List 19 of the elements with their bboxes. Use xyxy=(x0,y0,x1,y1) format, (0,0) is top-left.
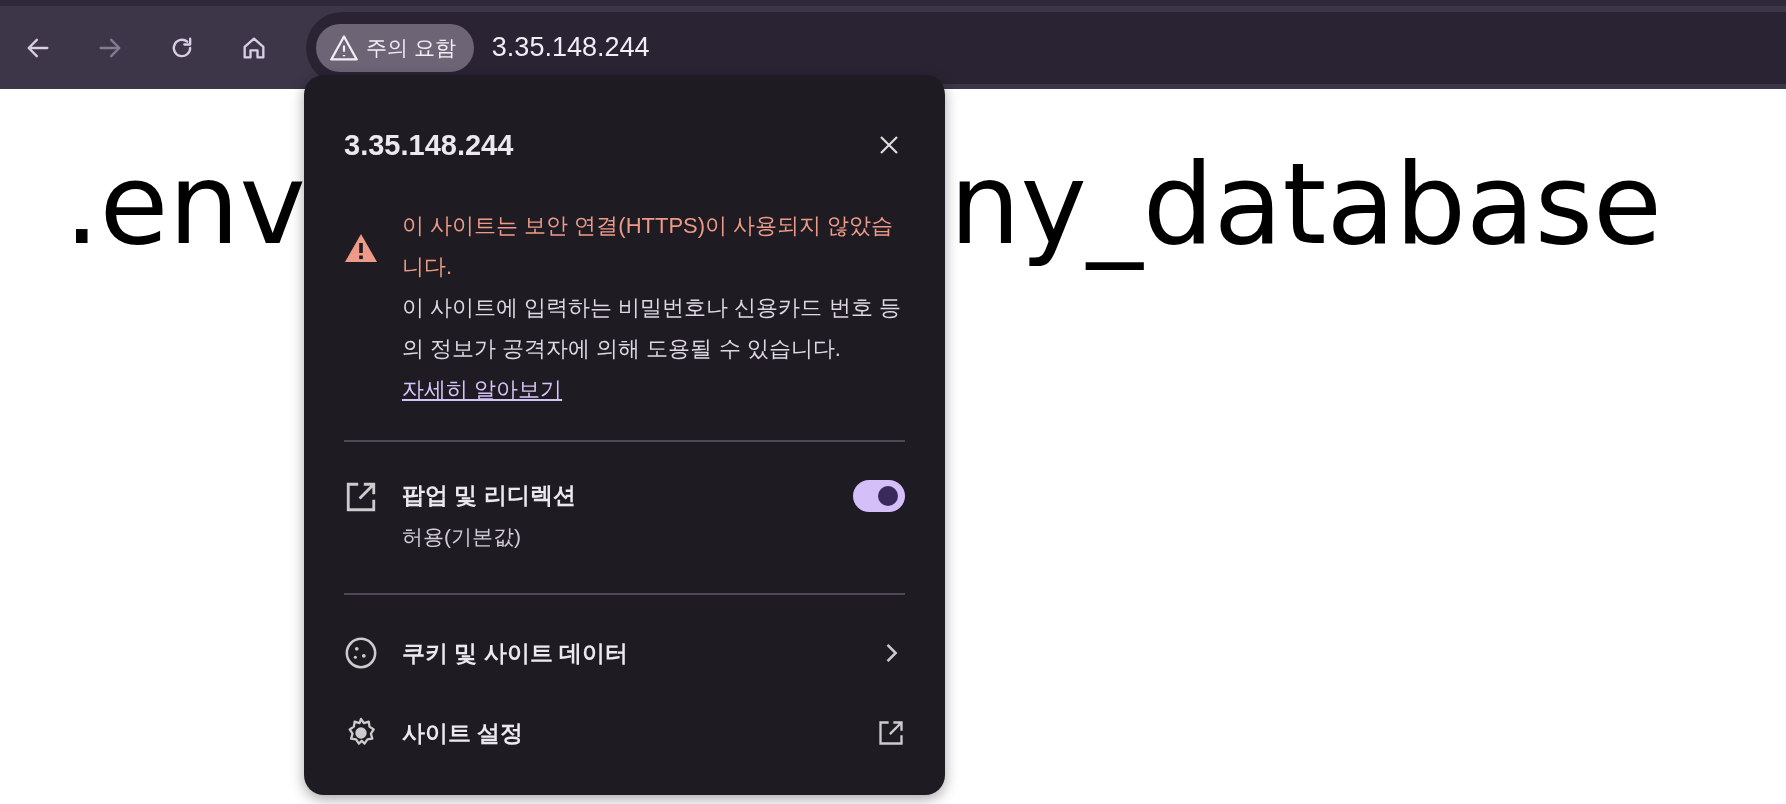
external-link-icon xyxy=(877,719,905,747)
url-text: 3.35.148.244 xyxy=(491,32,650,63)
menu-item[interactable]: 쿠키 및 사이트 데이터 xyxy=(344,613,905,693)
popup-title: 3.35.148.244 xyxy=(344,128,514,162)
permission-value: 허용(기본값) xyxy=(402,524,522,550)
warning-icon xyxy=(344,233,378,263)
page-heading: ny_database xyxy=(949,139,1662,269)
cookie-icon xyxy=(344,636,378,670)
warning-text: 이 사이트에 입력하는 비밀번호나 신용카드 번호 등의 정보가 공격자에 의해 도용될 수 있습니다. 자세히 알아보기 xyxy=(402,294,902,404)
security-chip[interactable]: 주의 요함 xyxy=(316,23,474,72)
address-bar[interactable]: 주의 요함 3.35.148.244 xyxy=(306,11,1786,84)
permission-label: 팝업 및 리디렉션 xyxy=(402,481,577,510)
toggle-switch[interactable] xyxy=(853,480,905,512)
learn-more-link[interactable]: 자세히 알아보기 xyxy=(402,377,563,402)
warning-title: 이 사이트는 보안 연결(HTTPS)이 사용되지 않았습니다. xyxy=(402,212,895,281)
menu-item[interactable]: 사이트 설정 xyxy=(344,693,905,773)
warning-icon xyxy=(330,34,358,61)
page-heading: .env xyxy=(64,139,306,269)
external-window-icon xyxy=(344,480,378,514)
